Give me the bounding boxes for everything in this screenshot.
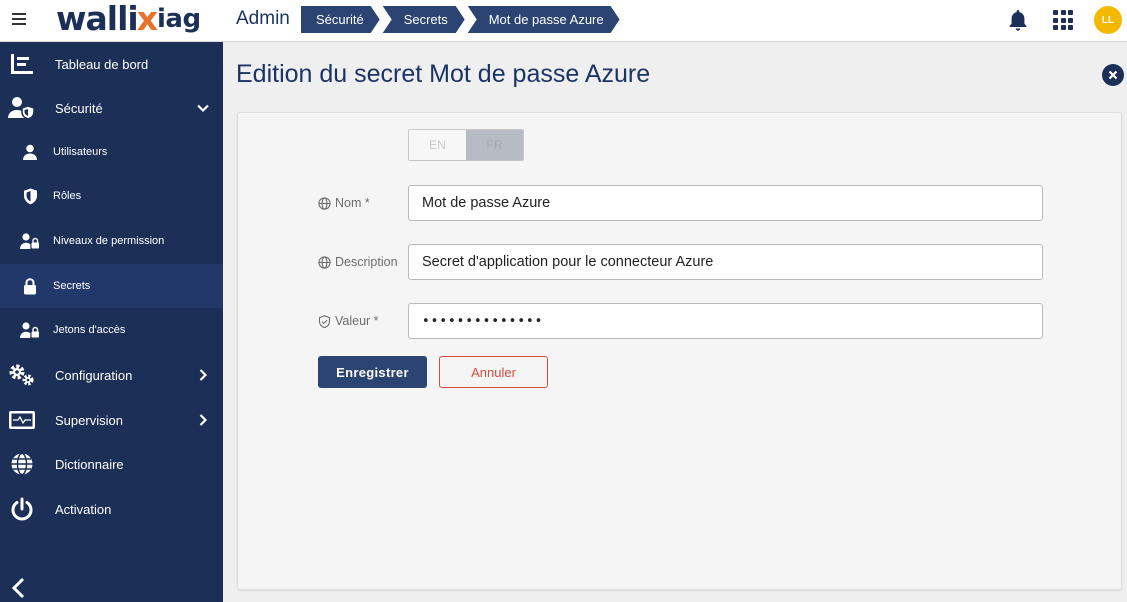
sidebar-item-niveaux-de-permission[interactable]: Niveaux de permission (0, 219, 223, 263)
description-label: Description (318, 255, 398, 269)
close-icon[interactable] (1102, 64, 1124, 86)
globe-icon (318, 196, 331, 210)
value-label-text: Valeur * (335, 314, 379, 328)
sidebar-item-label: Dictionnaire (55, 456, 124, 472)
top-header: walli x iag Admin Sécurité Secrets Mot de … (0, 0, 1127, 42)
sidebar-item-securite[interactable]: Sécurité (0, 86, 223, 130)
lang-en-button[interactable]: EN (409, 130, 466, 160)
dashboard-icon (8, 52, 36, 76)
sidebar-item-label: Activation (55, 501, 112, 517)
apps-grid-icon[interactable] (1053, 10, 1073, 30)
power-icon (8, 497, 36, 521)
collapse-sidebar-icon[interactable] (9, 577, 29, 599)
cancel-button[interactable]: Annuler (439, 356, 548, 388)
description-field[interactable] (408, 244, 1043, 280)
sidebar-item-utilisateurs[interactable]: Utilisateurs (0, 130, 223, 174)
sidebar-item-activation[interactable]: Activation (0, 487, 223, 531)
chevron-down-icon[interactable] (196, 101, 210, 115)
sidebar-item-label: Jetons d'accès (53, 324, 126, 336)
sidebar-item-configuration[interactable]: Configuration (0, 353, 223, 397)
user-shield-icon (8, 96, 36, 120)
save-button[interactable]: Enregistrer (318, 356, 427, 388)
user-icon (19, 140, 41, 164)
sidebar-item-dictionnaire[interactable]: Dictionnaire (0, 442, 223, 486)
shield-icon (19, 184, 41, 208)
gears-icon (8, 363, 36, 387)
sidebar-item-roles[interactable]: Rôles (0, 174, 223, 218)
name-label: Nom * (318, 196, 370, 210)
sidebar-item-supervision[interactable]: Supervision (0, 398, 223, 442)
secret-value-field[interactable] (408, 303, 1043, 339)
sidebar-item-secrets[interactable]: Secrets (0, 264, 223, 308)
user-lock-icon (19, 229, 41, 253)
lang-fr-button[interactable]: FR (466, 130, 523, 160)
sidebar-item-jetons-acces[interactable]: Jetons d'accès (0, 308, 223, 352)
value-label: Valeur * (318, 314, 379, 328)
globe-icon (8, 452, 36, 476)
sidebar-item-label: Tableau de bord (55, 56, 149, 72)
wallix-iag-logo[interactable]: walli x iag (56, 0, 201, 38)
logo-text-wallix: walli (56, 0, 139, 38)
logo-text-iag: iag (157, 4, 201, 34)
breadcrumb-item-secrets[interactable]: Secrets (383, 6, 465, 33)
name-label-text: Nom * (335, 196, 370, 210)
monitor-icon (8, 408, 36, 432)
sidebar-item-label: Supervision (55, 412, 123, 428)
globe-icon (318, 255, 331, 269)
page-title: Edition du secret Mot de passe Azure (236, 60, 651, 88)
sidebar-item-label: Niveaux de permission (53, 235, 165, 247)
chevron-right-icon[interactable] (196, 413, 210, 427)
name-field[interactable] (408, 185, 1043, 221)
bell-icon[interactable] (1007, 8, 1029, 37)
breadcrumb-item-current[interactable]: Mot de passe Azure (468, 6, 620, 33)
edit-secret-card (237, 112, 1122, 590)
sidebar-item-tableau-de-bord[interactable]: Tableau de bord (0, 42, 223, 86)
logo-text-x: x (136, 0, 158, 38)
sidebar-item-label: Configuration (55, 367, 133, 383)
breadcrumb: Sécurité Secrets Mot de passe Azure (301, 6, 623, 33)
shield-check-icon (318, 314, 331, 328)
breadcrumb-item-securite[interactable]: Sécurité (301, 6, 380, 33)
user-avatar[interactable]: LL (1094, 6, 1122, 34)
menu-icon[interactable] (12, 13, 26, 27)
sidebar-item-label: Secrets (53, 280, 91, 292)
sidebar-item-label: Sécurité (55, 100, 103, 116)
language-toggle: EN FR (408, 129, 524, 161)
description-label-text: Description (335, 255, 398, 269)
sidebar: Tableau de bord Sécurité Utilisateurs Rô… (0, 42, 223, 602)
lock-icon (19, 274, 41, 298)
sidebar-item-label: Rôles (53, 190, 82, 202)
section-title: Admin (236, 8, 290, 29)
sidebar-item-label: Utilisateurs (53, 146, 108, 158)
user-key-icon (19, 318, 41, 342)
chevron-right-icon[interactable] (196, 368, 210, 382)
